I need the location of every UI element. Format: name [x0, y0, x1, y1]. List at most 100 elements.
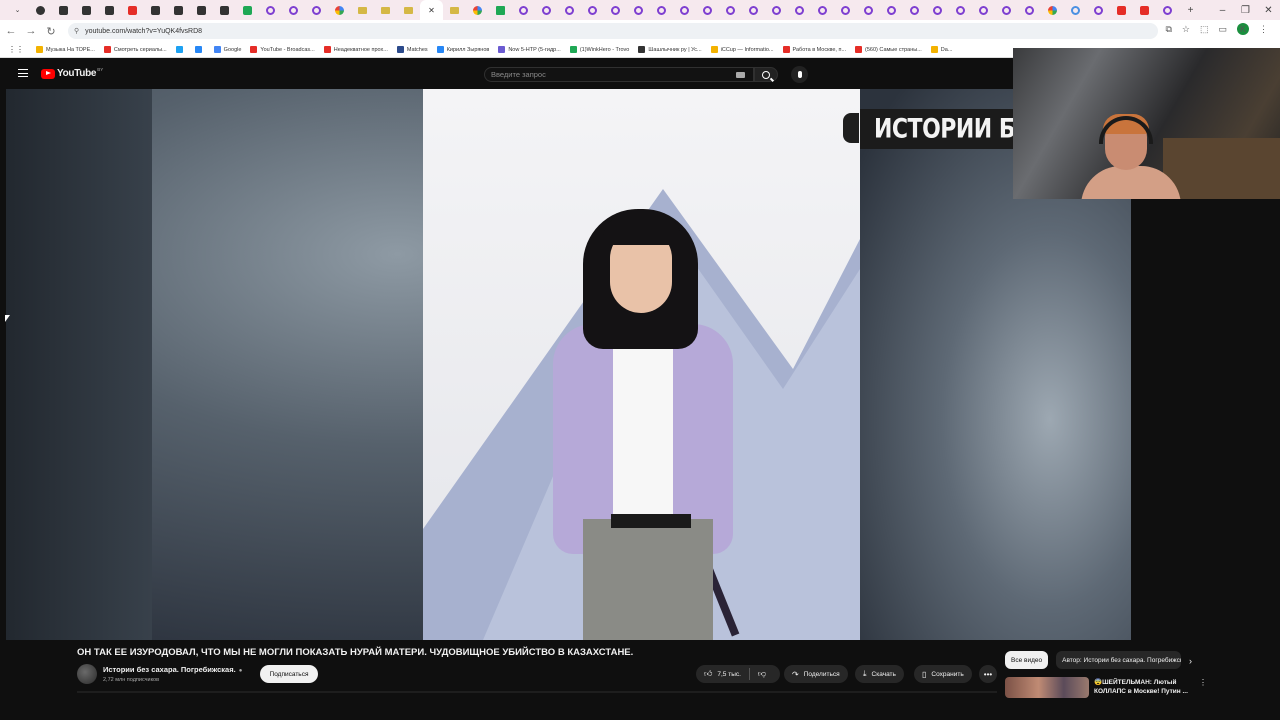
install-app-icon[interactable]: ⧉ — [1165, 24, 1171, 35]
tab[interactable] — [75, 0, 98, 20]
bookmark-item[interactable]: Музыка На ТОРЕ... — [36, 46, 95, 53]
tab[interactable] — [1041, 0, 1064, 20]
tab[interactable] — [834, 0, 857, 20]
bookmark-item[interactable]: YouTube - Broadcas... — [250, 46, 315, 53]
channel-avatar[interactable] — [77, 664, 97, 684]
recommended-video-thumbnail[interactable] — [1005, 677, 1089, 698]
bookmark-item[interactable]: (560) Самые страны... — [855, 46, 922, 53]
tab[interactable] — [259, 0, 282, 20]
tab[interactable] — [213, 0, 236, 20]
tab[interactable] — [926, 0, 949, 20]
bookmark-item[interactable]: Шашлычник ру | Ус... — [638, 46, 702, 53]
tab[interactable] — [305, 0, 328, 20]
tab[interactable] — [374, 0, 397, 20]
bookmark-item[interactable]: Google — [213, 46, 241, 53]
tab[interactable] — [627, 0, 650, 20]
minimize-icon[interactable]: – — [1211, 5, 1234, 16]
search-button[interactable] — [754, 67, 778, 82]
tab[interactable] — [328, 0, 351, 20]
search-input[interactable]: Введите запрос — [484, 67, 754, 82]
save-button[interactable]: ▯ Сохранить — [914, 665, 972, 683]
close-window-icon[interactable]: ✕ — [1257, 5, 1280, 16]
apps-grid-icon[interactable]: ⋮⋮ — [8, 45, 24, 54]
back-icon[interactable]: ← — [2, 25, 20, 37]
tab[interactable] — [719, 0, 742, 20]
tab[interactable] — [558, 0, 581, 20]
tab[interactable] — [972, 0, 995, 20]
tab[interactable] — [121, 0, 144, 20]
tab[interactable] — [742, 0, 765, 20]
menu-icon[interactable] — [18, 69, 28, 77]
tab[interactable] — [489, 0, 512, 20]
channel-name[interactable]: Истории без сахара. Погребижская. — [103, 665, 236, 674]
tab[interactable] — [282, 0, 305, 20]
download-button[interactable]: ⤓ Скачать — [855, 665, 904, 683]
bookmark-item[interactable]: Now 5-HTP (5-гидр... — [498, 46, 561, 53]
tab-active-close-icon[interactable]: ✕ — [420, 0, 443, 20]
tab[interactable] — [811, 0, 834, 20]
chip-all-videos[interactable]: Все видео — [1005, 651, 1049, 669]
tab[interactable] — [466, 0, 489, 20]
bookmark-star-icon[interactable]: ☆ — [1182, 24, 1190, 35]
voice-search-button[interactable] — [791, 66, 808, 83]
bookmark-item[interactable]: Da... — [930, 46, 952, 53]
dislike-button[interactable]: 👎︎ — [750, 665, 774, 683]
tab[interactable] — [52, 0, 75, 20]
tab[interactable] — [98, 0, 121, 20]
tab[interactable] — [443, 0, 466, 20]
tab[interactable] — [949, 0, 972, 20]
url-input[interactable]: ⚲ youtube.com/watch?v=YuQK4fvsRD8 — [68, 23, 1158, 39]
restore-icon[interactable]: ❐ — [1234, 5, 1257, 16]
tab[interactable] — [581, 0, 604, 20]
tab[interactable] — [397, 0, 420, 20]
tab[interactable] — [903, 0, 926, 20]
youtube-logo[interactable]: YouTube BY — [41, 67, 103, 79]
bookmark-item[interactable]: (1)WinkHero - Trovo — [569, 46, 629, 53]
recommended-video-menu-icon[interactable]: ⋮ — [1199, 678, 1207, 687]
tab[interactable] — [512, 0, 535, 20]
more-actions-icon[interactable]: ••• — [979, 665, 997, 683]
tab[interactable] — [1087, 0, 1110, 20]
profile-avatar[interactable]: K — [1237, 23, 1249, 35]
bookmark-item[interactable] — [175, 46, 186, 53]
tab[interactable] — [144, 0, 167, 20]
share-button[interactable]: ↷ Поделиться — [784, 665, 848, 683]
tab[interactable] — [1018, 0, 1041, 20]
like-button[interactable]: 👍︎ 7,5 тыс. — [696, 665, 749, 683]
tab[interactable] — [995, 0, 1018, 20]
extensions-icon[interactable]: ⬚ — [1200, 24, 1209, 35]
site-info-icon[interactable]: ⚲ — [74, 27, 79, 35]
tab[interactable] — [1064, 0, 1087, 20]
chip-author[interactable]: Автор: Истории без сахара. Погребижская. — [1056, 651, 1182, 669]
tab[interactable] — [788, 0, 811, 20]
tab[interactable] — [236, 0, 259, 20]
tab[interactable] — [604, 0, 627, 20]
tab[interactable] — [1133, 0, 1156, 20]
bookmark-item[interactable]: Смотреть сериалы... — [103, 46, 167, 53]
tab[interactable] — [167, 0, 190, 20]
bookmark-item[interactable]: Неадекватное прох... — [323, 46, 388, 53]
bookmark-item[interactable]: Matches — [396, 46, 428, 53]
subscribe-button[interactable]: Подписаться — [260, 665, 318, 683]
tab[interactable] — [673, 0, 696, 20]
tab[interactable] — [351, 0, 374, 20]
forward-icon[interactable]: → — [22, 25, 40, 37]
channel-name-row[interactable]: Истории без сахара. Погребижская. ● — [103, 665, 242, 674]
tab[interactable] — [765, 0, 788, 20]
bookmark-item[interactable]: iCCup — Informatio... — [710, 46, 774, 53]
bookmark-item[interactable]: Кирилл Зырянов — [436, 46, 489, 53]
recommended-video-title[interactable]: 😨ШЕЙТЕЛЬМАН: Лютый КОЛЛАПС в Москве! Пут… — [1094, 678, 1190, 696]
tab[interactable] — [696, 0, 719, 20]
browser-menu-icon[interactable]: ⋮ — [1259, 24, 1268, 35]
keyboard-icon[interactable] — [736, 72, 745, 78]
chevron-right-icon[interactable]: › — [1189, 656, 1192, 666]
new-tab-button[interactable]: + — [1179, 0, 1202, 20]
bookmark-item[interactable] — [194, 46, 205, 53]
tab[interactable] — [650, 0, 673, 20]
tab[interactable] — [880, 0, 903, 20]
tab[interactable] — [1110, 0, 1133, 20]
bookmark-item[interactable]: Работа в Москве, п... — [782, 46, 846, 53]
tab[interactable] — [535, 0, 558, 20]
tab[interactable] — [29, 0, 52, 20]
tab[interactable] — [857, 0, 880, 20]
